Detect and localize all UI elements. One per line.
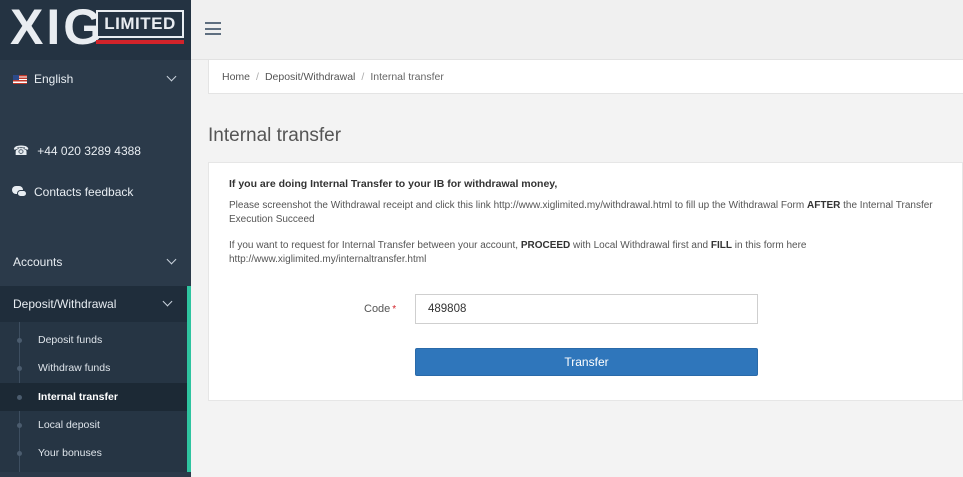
info-text: with Local Withdrawal first and	[570, 240, 711, 251]
info-withdrawal-instructions: Please screenshot the Withdrawal receipt…	[229, 199, 949, 227]
main-content: Home / Deposit/Withdrawal / Internal tra…	[191, 60, 963, 477]
sidebar-item-label: Deposit/Withdrawal	[13, 297, 117, 311]
sidebar: XIG LIMITED English ☎ +44 020 3289 4388 …	[0, 0, 191, 477]
submenu-item-label: Internal transfer	[38, 391, 118, 403]
breadcrumb-deposit-withdrawal[interactable]: Deposit/Withdrawal	[265, 71, 355, 83]
submenu-item-deposit-funds[interactable]: Deposit funds	[0, 326, 187, 354]
submenu-item-label: Your bonuses	[38, 447, 102, 459]
phone-contact[interactable]: ☎ +44 020 3289 4388	[0, 138, 191, 164]
page-title: Internal transfer	[208, 125, 342, 146]
sidebar-item-deposit-withdrawal[interactable]: Deposit/Withdrawal	[0, 286, 187, 322]
breadcrumb-separator: /	[361, 70, 365, 83]
info-heading: If you are doing Internal Transfer to yo…	[229, 178, 558, 190]
info-emphasis: PROCEED	[520, 240, 571, 251]
transfer-button[interactable]: Transfer	[415, 348, 758, 376]
bullet-icon	[17, 451, 22, 456]
info-text: Please screenshot the Withdrawal receipt…	[229, 200, 807, 211]
required-mark: *	[392, 304, 397, 315]
submenu-item-label: Local deposit	[38, 419, 100, 431]
sidebar-item-accounts[interactable]: Accounts	[0, 248, 191, 276]
uk-flag-icon	[13, 74, 27, 84]
code-label: Code *	[364, 303, 396, 315]
info-emphasis: FILL	[710, 240, 733, 251]
hamburger-menu-icon[interactable]	[205, 22, 221, 35]
bullet-icon	[17, 338, 22, 343]
submenu-item-label: Withdraw funds	[38, 362, 111, 374]
bullet-icon	[17, 395, 22, 400]
contacts-feedback-label: Contacts feedback	[34, 185, 134, 199]
bullet-icon	[17, 423, 22, 428]
breadcrumb: Home / Deposit/Withdrawal / Internal tra…	[208, 60, 963, 94]
chevron-down-icon	[166, 254, 177, 265]
sidebar-item-label: Accounts	[13, 255, 63, 269]
chevron-down-icon	[162, 296, 173, 307]
code-input[interactable]	[415, 294, 758, 324]
contacts-feedback-link[interactable]: Contacts feedback	[0, 179, 191, 205]
breadcrumb-current: Internal transfer	[370, 70, 444, 83]
info-text: If you want to request for Internal Tran…	[229, 240, 521, 251]
breadcrumb-separator: /	[256, 70, 259, 83]
language-label: English	[34, 72, 74, 86]
language-selector[interactable]: English	[0, 66, 191, 92]
logo-underline	[96, 40, 184, 44]
transfer-panel: If you are doing Internal Transfer to yo…	[208, 162, 963, 401]
info-emphasis: AFTER	[807, 200, 841, 211]
top-bar	[191, 0, 963, 60]
submenu-item-withdraw-funds[interactable]: Withdraw funds	[0, 354, 187, 382]
logo[interactable]: XIG LIMITED	[0, 0, 191, 60]
breadcrumb-home[interactable]: Home	[222, 71, 250, 83]
submenu-item-local-deposit[interactable]: Local deposit	[0, 411, 187, 439]
submenu-item-your-bonuses[interactable]: Your bonuses	[0, 439, 187, 467]
phone-number: +44 020 3289 4388	[37, 144, 141, 158]
logo-suffix: LIMITED	[96, 10, 184, 38]
chevron-down-icon	[166, 71, 177, 82]
submenu-item-internal-transfer[interactable]: Internal transfer	[0, 383, 187, 411]
bullet-icon	[17, 366, 22, 371]
chat-icon	[12, 186, 28, 198]
logo-mark: XIG	[10, 0, 106, 55]
phone-icon: ☎	[13, 143, 30, 158]
submenu-item-label: Deposit funds	[38, 334, 103, 346]
info-internal-transfer-instructions: If you want to request for Internal Tran…	[229, 239, 949, 267]
code-label-text: Code	[364, 303, 391, 315]
